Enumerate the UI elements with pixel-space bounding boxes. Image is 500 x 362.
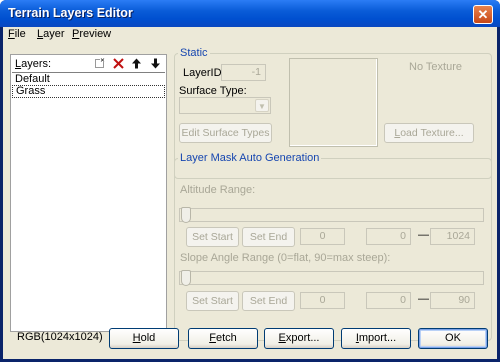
new-layer-icon[interactable] xyxy=(93,58,105,70)
slope-set-end-button[interactable]: Set End xyxy=(242,291,295,311)
slope-value-field[interactable]: 0 xyxy=(300,292,345,309)
layer-id-field[interactable]: -1 xyxy=(221,64,266,81)
altitude-set-start-button[interactable]: Set Start xyxy=(186,227,239,247)
export-mnemonic: E xyxy=(278,332,286,344)
surface-type-label: Surface Type: xyxy=(179,85,247,97)
slope-set-start-button[interactable]: Set Start xyxy=(186,291,239,311)
export-button[interactable]: Export... xyxy=(264,328,334,349)
hold-button[interactable]: Hold xyxy=(109,328,179,349)
list-item[interactable]: Default xyxy=(12,73,165,85)
menu-bar: File Layer Preview xyxy=(3,27,497,44)
resolution-status: RGB(1024x1024) xyxy=(17,331,103,343)
move-layer-up-icon[interactable] xyxy=(130,58,142,70)
menu-layer[interactable]: Layer xyxy=(37,28,65,40)
fetch-label: etch xyxy=(215,332,237,344)
chevron-down-icon[interactable]: ▼ xyxy=(255,99,269,112)
altitude-slider[interactable] xyxy=(179,208,484,222)
no-texture-label: No Texture xyxy=(409,61,462,73)
fetch-mnemonic: F xyxy=(209,332,216,344)
delete-layer-icon[interactable] xyxy=(112,58,124,70)
altitude-value-field[interactable]: 0 xyxy=(300,228,345,245)
menu-file-mnemonic: F xyxy=(8,28,15,40)
altitude-max-field[interactable]: 1024 xyxy=(430,228,475,245)
altitude-range-label: Altitude Range: xyxy=(180,184,256,196)
static-legend: Static xyxy=(178,47,210,59)
altitude-min-field[interactable]: 0 xyxy=(366,228,411,245)
texture-preview-box xyxy=(289,58,378,147)
import-button[interactable]: Import... xyxy=(341,328,411,349)
client-area: File Layer Preview Layers: Default Grass xyxy=(3,27,497,359)
move-layer-down-icon[interactable] xyxy=(149,58,161,70)
export-label: xport... xyxy=(285,332,320,344)
menu-layer-label: ayer xyxy=(43,28,65,40)
layer-mask-legend: Layer Mask Auto Generation xyxy=(178,152,322,164)
close-button[interactable]: ✕ xyxy=(473,5,493,24)
import-label: mport... xyxy=(358,332,397,344)
fetch-button[interactable]: Fetch xyxy=(188,328,258,349)
edit-surface-types-button[interactable]: Edit Surface Types xyxy=(179,123,272,143)
title-bar[interactable]: Terrain Layers Editor ✕ xyxy=(0,0,500,27)
slope-range-dash: — xyxy=(418,293,429,305)
slope-slider-thumb[interactable] xyxy=(181,270,191,286)
load-texture-label: oad Texture... xyxy=(400,127,464,139)
menu-preview-label: review xyxy=(79,28,112,40)
window-title: Terrain Layers Editor xyxy=(8,6,133,20)
layers-header: Layers: xyxy=(12,58,166,72)
layers-list[interactable]: Default Grass xyxy=(12,72,165,331)
menu-file-label: ile xyxy=(14,28,26,40)
menu-preview[interactable]: Preview xyxy=(72,28,111,40)
hold-label: old xyxy=(140,332,156,344)
layers-label: Layers: xyxy=(15,58,51,70)
ok-button[interactable]: OK xyxy=(418,328,488,349)
altitude-range-dash: — xyxy=(418,229,429,241)
hold-mnemonic: H xyxy=(132,332,141,344)
menu-file[interactable]: File xyxy=(8,28,26,40)
terrain-layers-editor-window: Terrain Layers Editor ✕ File Layer Previ… xyxy=(0,0,500,362)
altitude-set-end-button[interactable]: Set End xyxy=(242,227,295,247)
list-item-selected[interactable]: Grass xyxy=(12,85,165,98)
slope-max-field[interactable]: 90 xyxy=(430,292,475,309)
surface-type-select[interactable]: ▼ xyxy=(179,97,271,114)
load-texture-button[interactable]: Load Texture... xyxy=(384,123,474,143)
slope-range-label: Slope Angle Range (0=flat, 90=max steep)… xyxy=(180,252,391,264)
altitude-slider-thumb[interactable] xyxy=(181,207,191,223)
slope-min-field[interactable]: 0 xyxy=(366,292,411,309)
layers-label-text: ayers: xyxy=(21,58,52,70)
layer-id-label: LayerID: xyxy=(183,67,225,79)
slope-slider[interactable] xyxy=(179,271,484,285)
